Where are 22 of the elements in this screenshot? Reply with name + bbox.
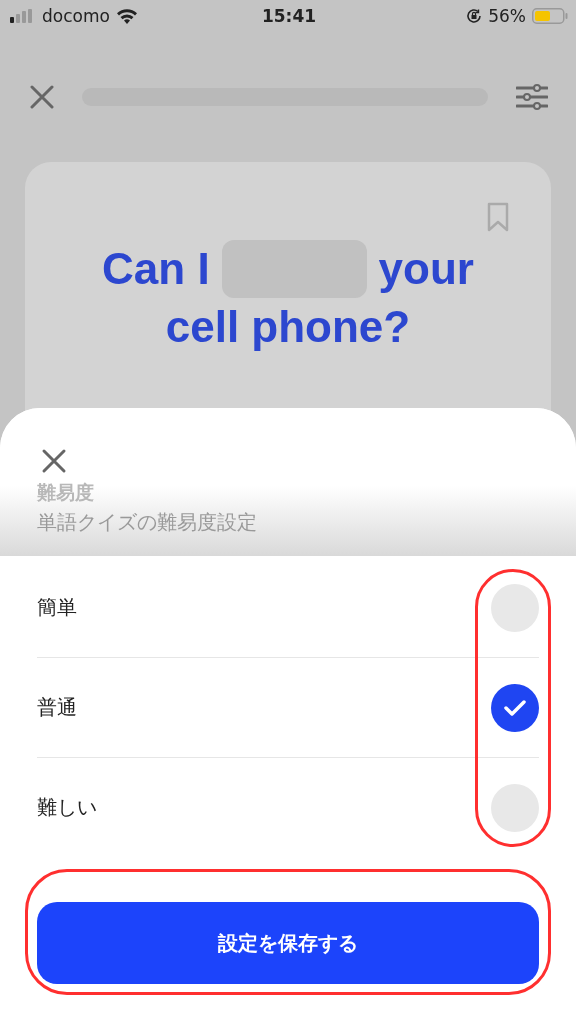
radio-button[interactable] [491, 583, 539, 632]
sheet-subtitle: 単語クイズの難易度設定 [37, 509, 257, 536]
battery-percent: 56% [488, 6, 526, 26]
question-text: cell phone? [165, 301, 411, 353]
question-text: Can I [102, 243, 210, 295]
wifi-icon [115, 8, 138, 24]
clock-time: 15:41 [261, 6, 317, 26]
carrier-name: docomo [42, 6, 110, 26]
option-label: 難しい [37, 794, 97, 821]
option-label: 普通 [37, 694, 77, 721]
radio-button[interactable] [491, 683, 539, 732]
radio-button[interactable] [491, 783, 539, 832]
close-icon[interactable] [41, 448, 67, 474]
option-label: 簡単 [37, 594, 77, 621]
close-icon[interactable] [30, 85, 54, 109]
save-button[interactable]: 設定を保存する [37, 902, 539, 984]
sheet-title: 難易度 [37, 480, 94, 504]
rotation-lock-icon [466, 8, 483, 24]
settings-icon[interactable] [516, 84, 548, 110]
question-text: your [378, 243, 474, 295]
battery-icon [532, 8, 568, 24]
check-icon [504, 699, 526, 716]
